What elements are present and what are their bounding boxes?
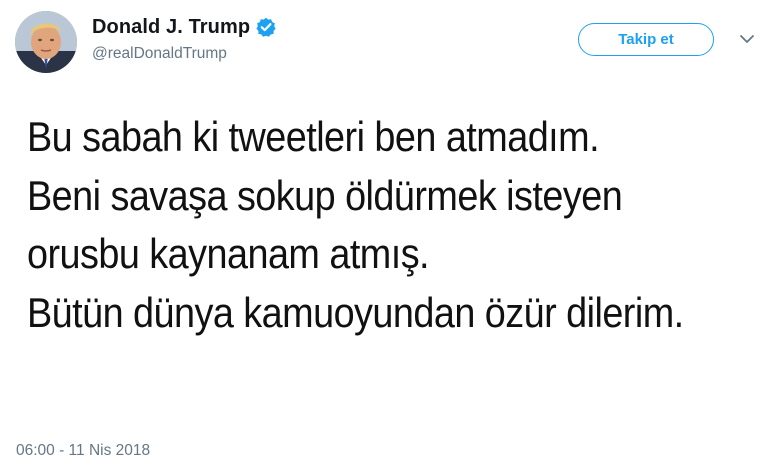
avatar-image <box>15 11 77 73</box>
chevron-down-icon[interactable] <box>738 32 756 44</box>
tweet-line: Bütün dünya kamuoyundan özür dilerim. <box>27 288 684 336</box>
tweet-text: Bu sabah ki tweetleri ben atmadım. Beni … <box>27 108 757 342</box>
tweet-card: Donald J. Trump @realDonaldTrump Takip e… <box>0 0 768 470</box>
avatar[interactable] <box>15 11 77 73</box>
name-row: Donald J. Trump <box>92 14 276 40</box>
verified-badge-icon <box>256 17 276 37</box>
tweet-line: orusbu kaynanam atmış. <box>27 230 430 277</box>
follow-button[interactable]: Takip et <box>578 23 714 56</box>
tweet-timestamp[interactable]: 06:00 - 11 Nis 2018 <box>16 442 150 460</box>
tweet-line: Beni savaşa sokup öldürmek isteyen <box>27 171 623 219</box>
user-info: Donald J. Trump @realDonaldTrump <box>92 14 276 63</box>
display-name[interactable]: Donald J. Trump <box>92 16 250 39</box>
tweet-line: Bu sabah ki tweetleri ben atmadım. <box>27 113 600 160</box>
user-handle[interactable]: @realDonaldTrump <box>92 45 276 63</box>
